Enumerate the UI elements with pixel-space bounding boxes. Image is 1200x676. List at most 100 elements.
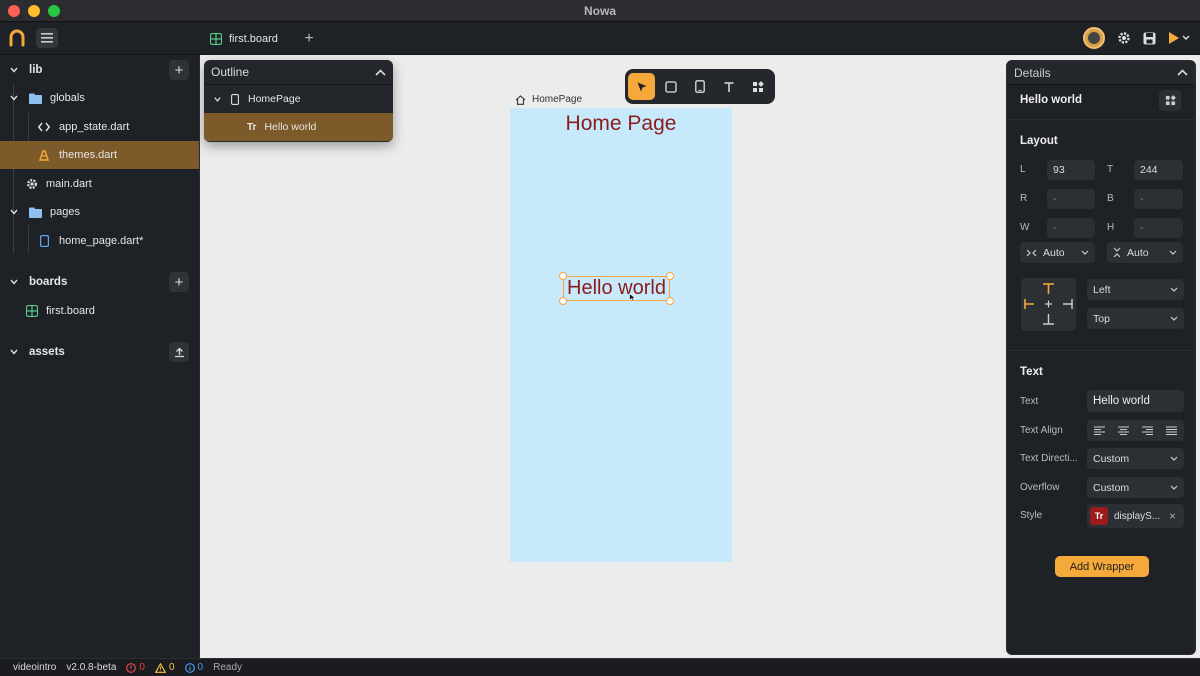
chevron-down-icon xyxy=(1170,287,1178,292)
theme-icon xyxy=(39,150,49,161)
height-mode-value: Auto xyxy=(1127,246,1149,259)
add-board-button[interactable]: + xyxy=(169,272,189,292)
save-icon[interactable] xyxy=(1143,32,1156,45)
assets-label: assets xyxy=(29,346,65,358)
resize-handle-bottom-right[interactable] xyxy=(666,297,674,305)
phone-icon xyxy=(40,235,49,247)
chevron-down-icon xyxy=(1170,456,1178,461)
resize-handle-top-right[interactable] xyxy=(666,272,674,280)
tool-palette xyxy=(625,69,775,104)
width-input[interactable]: - xyxy=(1047,218,1095,238)
resize-handle-bottom-left[interactable] xyxy=(559,297,567,305)
project-name: videointro xyxy=(13,662,57,673)
home-page-label: home_page.dart* xyxy=(59,235,144,247)
align-justify-icon[interactable] xyxy=(1166,426,1178,435)
error-icon xyxy=(126,662,137,673)
file-themes[interactable]: themes.dart xyxy=(0,141,199,169)
chevron-down-icon xyxy=(10,349,18,355)
chevron-up-icon[interactable] xyxy=(375,68,386,76)
align-left-icon[interactable] xyxy=(1093,426,1105,435)
left-input[interactable]: 93 xyxy=(1047,160,1095,180)
chevron-up-icon[interactable] xyxy=(1177,69,1188,76)
hello-world-text[interactable]: Hello world xyxy=(563,276,670,301)
error-count[interactable]: 0 xyxy=(126,662,145,673)
add-tab-button[interactable]: + xyxy=(300,30,318,48)
widgets-tool-button[interactable] xyxy=(744,73,771,100)
outline-header[interactable]: Outline xyxy=(204,60,393,85)
text-section-title: Text xyxy=(1020,366,1043,378)
hamburger-icon xyxy=(41,33,53,43)
code-icon xyxy=(38,122,50,132)
horizontal-align-value: Left xyxy=(1093,283,1111,296)
tab-first-board[interactable]: first.board xyxy=(204,22,284,55)
window-title: Nowa xyxy=(583,3,616,18)
folder-globals[interactable]: globals xyxy=(0,84,199,112)
height-mode-select[interactable]: Auto xyxy=(1107,242,1183,263)
globals-label: globals xyxy=(50,92,85,104)
right-input[interactable]: - xyxy=(1047,189,1095,209)
text-icon xyxy=(724,81,733,92)
container-tool-button[interactable] xyxy=(657,73,684,100)
run-dropdown-icon[interactable] xyxy=(1168,31,1190,45)
gear-icon[interactable] xyxy=(1117,31,1131,45)
style-chip[interactable]: Tr displayS... × xyxy=(1087,504,1184,528)
resize-handle-top-left[interactable] xyxy=(559,272,567,280)
bottom-input[interactable]: - xyxy=(1134,189,1183,209)
info-count[interactable]: 0 xyxy=(184,662,203,673)
details-header[interactable]: Details xyxy=(1007,61,1195,85)
window-titlebar: Nowa xyxy=(0,0,1200,22)
home-page-title-text[interactable]: Home Page xyxy=(510,112,732,136)
overflow-select[interactable]: Custom xyxy=(1087,477,1184,498)
overflow-label: Overflow xyxy=(1020,482,1060,493)
width-mode-select[interactable]: Auto xyxy=(1020,242,1095,263)
menu-button[interactable] xyxy=(36,28,58,48)
lib-label: lib xyxy=(29,64,43,76)
chevron-down-icon xyxy=(10,279,18,285)
text-direction-select[interactable]: Custom xyxy=(1087,448,1184,469)
widget-options-button[interactable] xyxy=(1159,90,1181,111)
select-tool-button[interactable] xyxy=(628,73,655,100)
file-home-page[interactable]: home_page.dart* xyxy=(0,227,199,255)
warning-count[interactable]: 0 xyxy=(154,662,175,673)
first-board-label: first.board xyxy=(46,305,95,317)
close-window-button[interactable] xyxy=(8,5,20,17)
align-right-icon[interactable] xyxy=(1142,426,1154,435)
height-input[interactable]: - xyxy=(1134,218,1183,238)
text-direction-value: Custom xyxy=(1093,452,1130,465)
text-direction-label: Text Directi... xyxy=(1020,453,1078,464)
height-label: H xyxy=(1107,222,1115,233)
maximize-window-button[interactable] xyxy=(48,5,60,17)
add-lib-button[interactable]: + xyxy=(169,60,189,80)
add-wrapper-button[interactable]: Add Wrapper xyxy=(1055,556,1149,577)
outline-title: Outline xyxy=(211,65,250,79)
outline-item-hello-world[interactable]: Tr Hello world xyxy=(204,113,393,141)
toolbar-actions xyxy=(1083,27,1190,49)
horizontal-align-select[interactable]: Left xyxy=(1087,279,1184,300)
remove-style-icon[interactable]: × xyxy=(1169,509,1176,523)
vertical-align-select[interactable]: Top xyxy=(1087,308,1184,329)
user-avatar[interactable] xyxy=(1083,27,1105,49)
text-style-icon: Tr xyxy=(1090,507,1108,525)
nowa-logo-icon[interactable] xyxy=(8,29,26,47)
phone-frame[interactable] xyxy=(510,108,732,562)
outline-hello-label: Hello world xyxy=(264,121,317,133)
chevron-down-icon xyxy=(1170,485,1178,490)
minimize-window-button[interactable] xyxy=(28,5,40,17)
vertical-align-value: Top xyxy=(1093,312,1110,325)
text-prop-label: Text xyxy=(1020,396,1039,407)
folder-pages[interactable]: pages xyxy=(0,198,199,226)
folder-icon xyxy=(29,93,42,104)
selected-widget-name: Hello world xyxy=(1020,94,1082,106)
width-mode-value: Auto xyxy=(1043,246,1065,259)
upload-asset-button[interactable] xyxy=(169,342,189,362)
text-value-input[interactable]: Hello world xyxy=(1087,390,1184,412)
alignment-picker[interactable] xyxy=(1021,278,1076,331)
file-app-state[interactable]: app_state.dart xyxy=(0,113,199,141)
top-input[interactable]: 244 xyxy=(1134,160,1183,180)
align-center-icon[interactable] xyxy=(1117,426,1129,435)
file-main[interactable]: main.dart xyxy=(0,170,199,198)
screen-tool-button[interactable] xyxy=(686,73,713,100)
outline-item-homepage[interactable]: HomePage xyxy=(204,85,393,113)
text-tool-button[interactable] xyxy=(715,73,742,100)
file-first-board[interactable]: first.board xyxy=(0,297,199,325)
